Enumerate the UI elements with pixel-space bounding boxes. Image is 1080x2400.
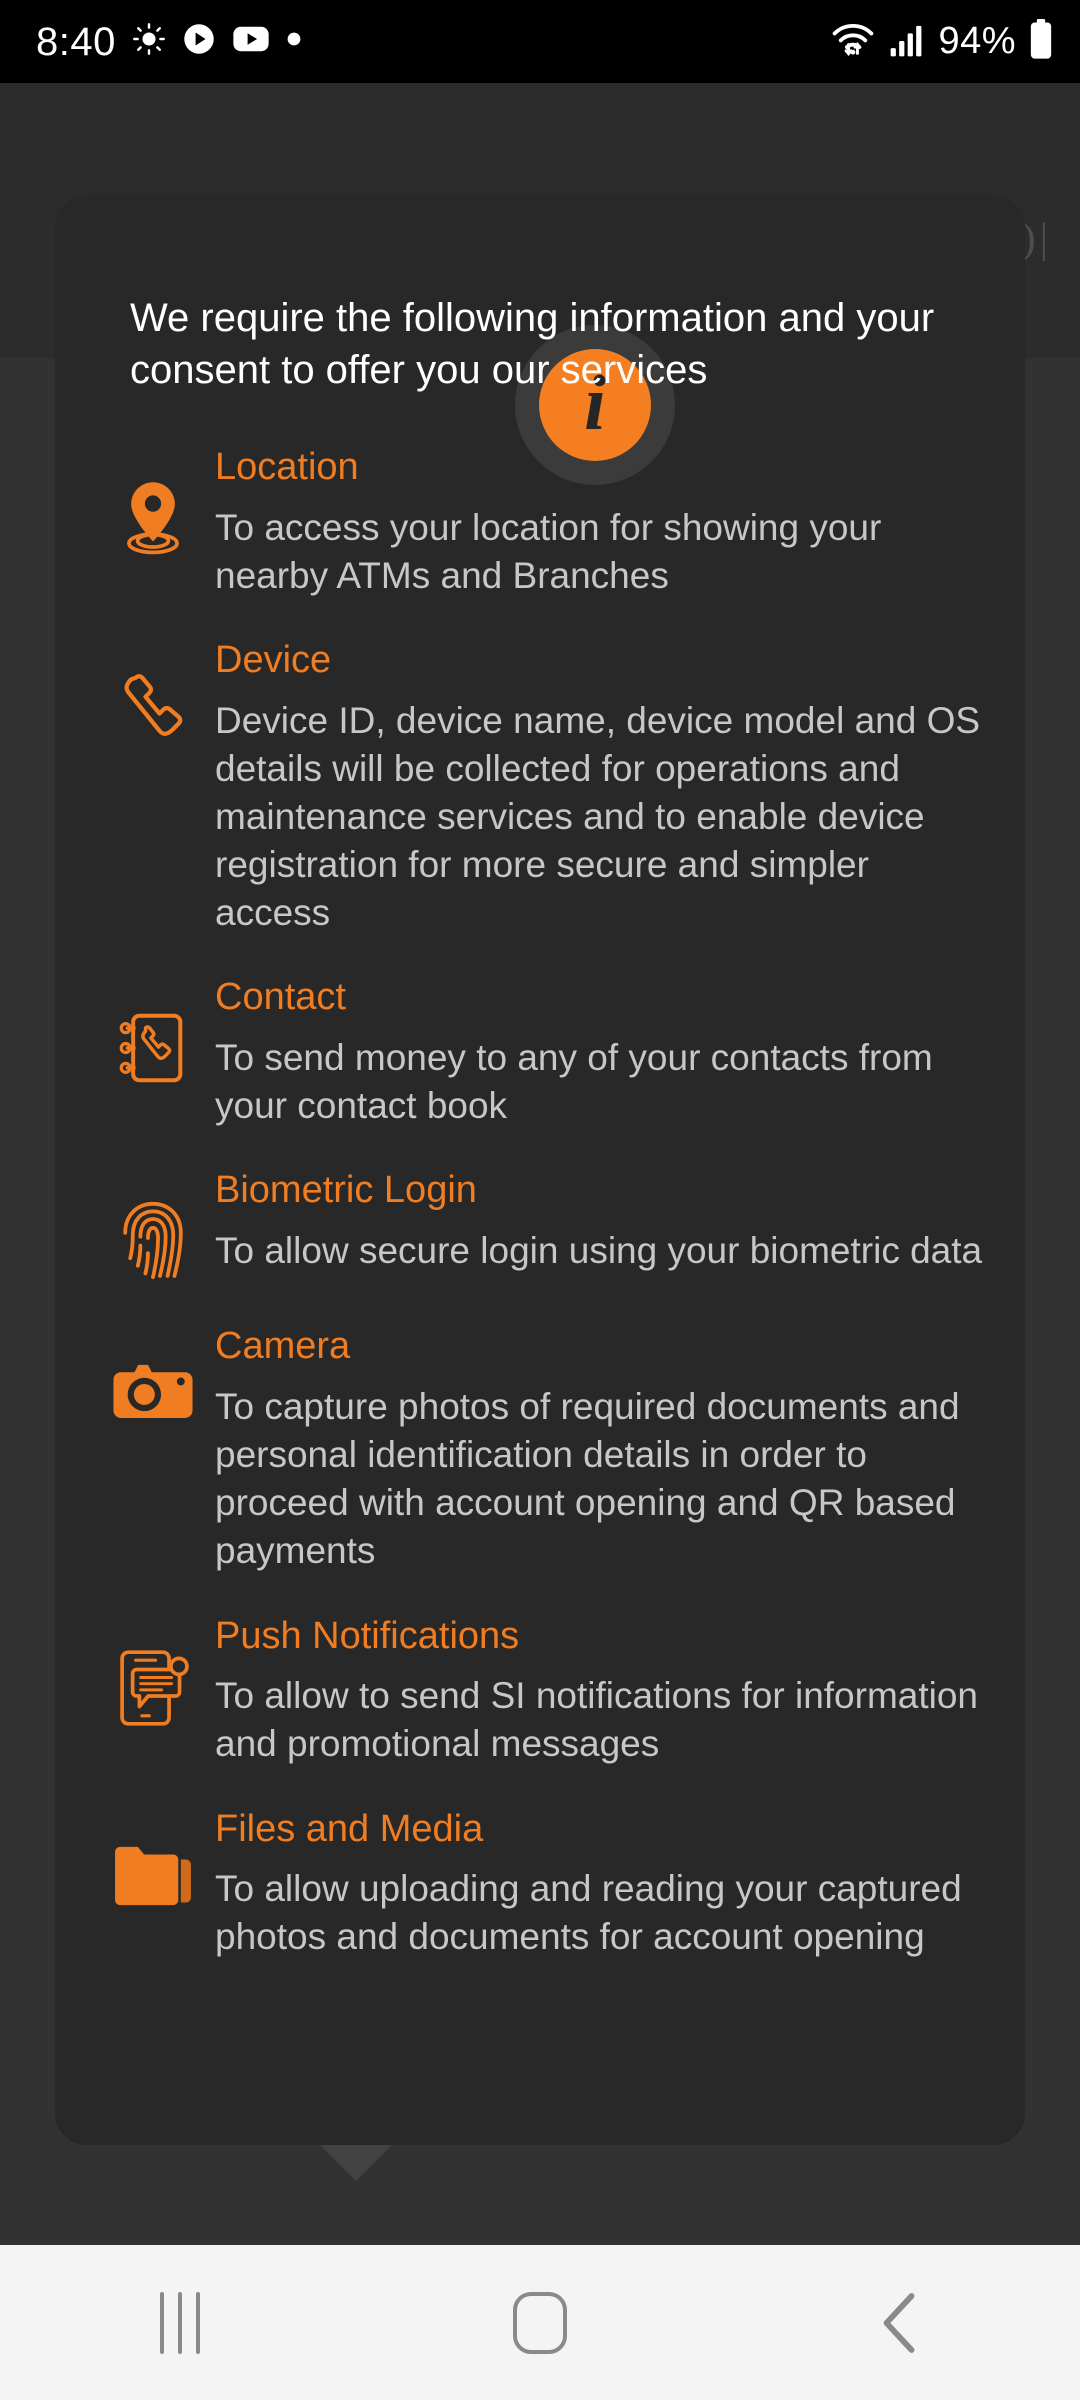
status-bar-clock: 8:40 xyxy=(36,19,116,64)
status-bar-right: 94% xyxy=(830,18,1054,65)
permission-items-list: Location To access your location for sho… xyxy=(55,445,1025,2000)
permission-description: To access your location for showing your… xyxy=(215,506,882,596)
permission-item-device: Device Device ID, device name, device mo… xyxy=(55,638,1025,937)
permission-description: To allow to send SI notifications for in… xyxy=(215,1675,978,1765)
permission-item-body: Device Device ID, device name, device mo… xyxy=(205,638,989,937)
back-chevron-icon xyxy=(883,2292,915,2353)
permissions-consent-dialog: i We require the following information a… xyxy=(55,195,1025,2145)
permission-item-body: Push Notifications To allow to send SI n… xyxy=(205,1614,989,1769)
phone-screen: 8:40 94%)| i We require the following i… xyxy=(0,0,1080,2400)
permission-description: To allow uploading and reading your capt… xyxy=(215,1868,962,1958)
android-navigation-bar xyxy=(0,2245,1080,2400)
dialog-header-text: We require the following information and… xyxy=(130,296,935,392)
recents-icon xyxy=(160,2291,200,2354)
permission-item-body: Location To access your location for sho… xyxy=(205,445,989,600)
permission-item-body: Files and Media To allow uploading and r… xyxy=(205,1807,989,1962)
permission-description: To capture photos of required documents … xyxy=(215,1386,960,1572)
permission-item-push-notifications: Push Notifications To allow to send SI n… xyxy=(55,1614,1025,1769)
permission-item-location: Location To access your location for sho… xyxy=(55,445,1025,600)
home-icon xyxy=(513,2291,567,2354)
recents-button[interactable] xyxy=(0,2245,360,2400)
permission-item-body: Biometric Login To allow secure login us… xyxy=(205,1168,989,1275)
permission-title: Device xyxy=(215,639,332,682)
permission-item-body: Contact To send money to any of your con… xyxy=(205,975,989,1130)
fingerprint-icon xyxy=(100,1168,205,1286)
permission-description: To send money to any of your contacts fr… xyxy=(215,1037,933,1127)
permission-item-body: Camera To capture photos of required doc… xyxy=(205,1324,989,1575)
dot-indicator-icon xyxy=(286,31,302,52)
location-pin-icon xyxy=(100,445,205,559)
permission-description: To allow secure login using your biometr… xyxy=(215,1230,983,1272)
permission-title: Push Notifications xyxy=(215,1614,520,1657)
permission-title: Camera xyxy=(215,1325,351,1368)
permission-item-contact: Contact To send money to any of your con… xyxy=(55,975,1025,1130)
battery-percent-label: 94% xyxy=(938,20,1016,62)
folder-icon xyxy=(100,1807,205,1913)
permission-title: Files and Media xyxy=(215,1807,484,1850)
permission-title: Biometric Login xyxy=(215,1169,477,1212)
home-button[interactable] xyxy=(360,2245,720,2400)
permission-description: Device ID, device name, device model and… xyxy=(215,699,981,934)
status-bar-left: 8:40 xyxy=(36,22,302,62)
phone-handset-icon xyxy=(100,638,205,750)
camera-icon xyxy=(100,1324,205,1428)
permission-title: Location xyxy=(215,446,359,488)
play-circle-icon xyxy=(182,22,216,61)
status-bar: 8:40 94% xyxy=(0,0,1080,83)
cellular-signal-icon xyxy=(888,21,926,62)
push-notification-icon xyxy=(100,1614,205,1730)
brightness-icon xyxy=(132,22,166,61)
wifi-icon xyxy=(830,20,876,63)
contact-book-icon xyxy=(100,975,205,1089)
permission-item-camera: Camera To capture photos of required doc… xyxy=(55,1324,1025,1575)
youtube-icon xyxy=(232,22,270,61)
permission-item-files-and-media: Files and Media To allow uploading and r… xyxy=(55,1807,1025,1962)
permission-title: Contact xyxy=(215,976,346,1019)
battery-icon xyxy=(1028,18,1054,65)
back-button[interactable] xyxy=(720,2245,1080,2400)
permission-item-biometric-login: Biometric Login To allow secure login us… xyxy=(55,1168,1025,1286)
dialog-bottom-caret-icon xyxy=(320,2145,392,2181)
